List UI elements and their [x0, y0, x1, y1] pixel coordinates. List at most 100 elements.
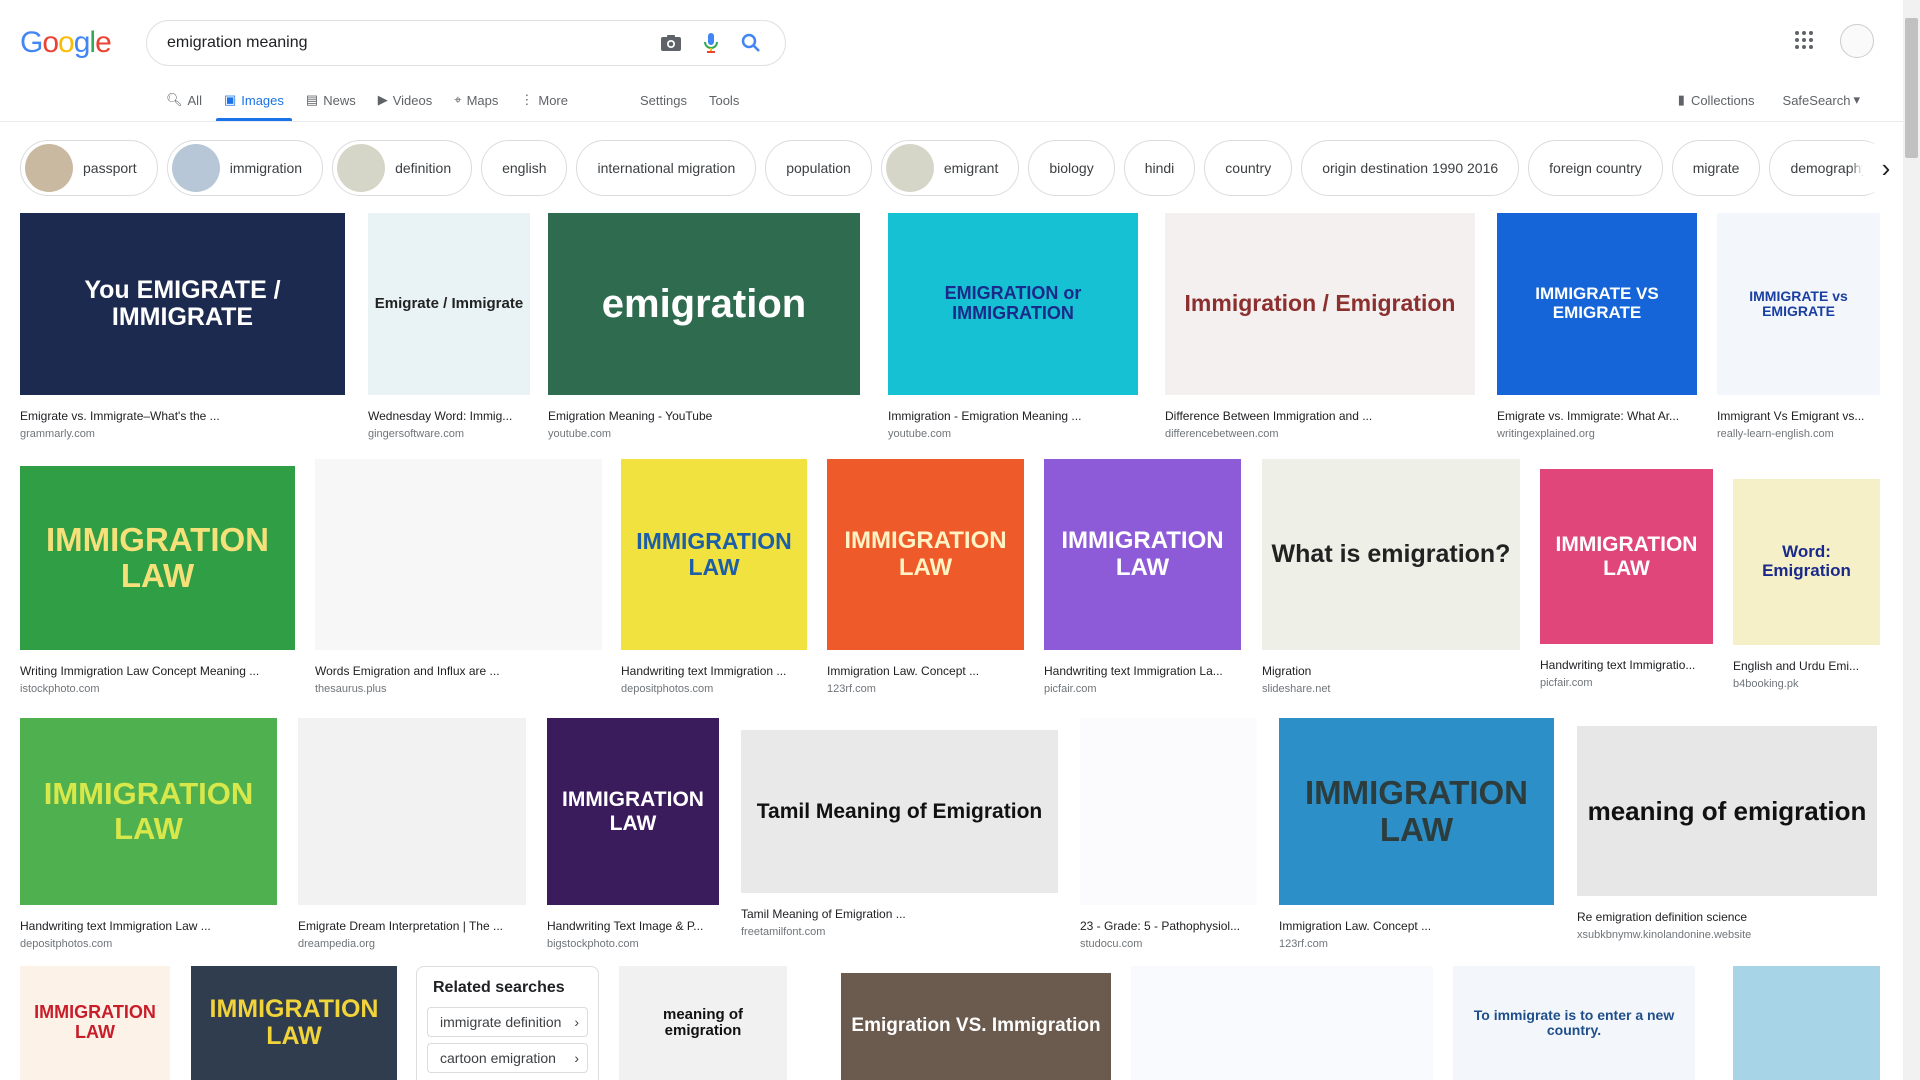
result-title[interactable]: Tamil Meaning of Emigration ...: [741, 907, 1058, 921]
result-title[interactable]: Immigration Law. Concept ...: [1279, 919, 1554, 933]
result-title[interactable]: Immigration - Emigration Meaning ...: [888, 409, 1138, 423]
result-thumbnail[interactable]: IMMIGRATION LAW: [1540, 469, 1713, 644]
image-result-card[interactable]: Emigration VS. Immigration: [841, 973, 1111, 1080]
image-result-card[interactable]: meaning of emigration Re emigration defin…: [1577, 726, 1877, 941]
image-result-card[interactable]: [1733, 966, 1880, 1080]
tools-link[interactable]: Tools: [709, 80, 739, 120]
result-thumbnail[interactable]: [1733, 966, 1880, 1080]
account-avatar[interactable]: [1840, 24, 1874, 58]
result-thumbnail[interactable]: IMMIGRATION LAW: [20, 718, 277, 905]
result-title[interactable]: Handwriting text Immigration Law ...: [20, 919, 277, 933]
image-result-card[interactable]: IMMIGRATION LAW Handwriting text Immigrat…: [621, 459, 807, 695]
result-thumbnail[interactable]: IMMIGRATION LAW: [827, 459, 1024, 650]
result-thumbnail[interactable]: meaning of emigration: [619, 966, 787, 1080]
chip-3[interactable]: english: [481, 140, 568, 196]
image-result-card[interactable]: meaning of emigration: [619, 966, 787, 1080]
google-logo[interactable]: Google: [20, 26, 112, 60]
image-result-card[interactable]: You EMIGRATE / IMMIGRATE Emigrate vs. Imm…: [20, 213, 345, 440]
result-title[interactable]: Immigration Law. Concept ...: [827, 664, 1024, 678]
image-result-card[interactable]: IMMIGRATE vs EMIGRATE Immigrant Vs Emigra…: [1717, 213, 1880, 440]
result-title[interactable]: Handwriting Text Image & P...: [547, 919, 719, 933]
chip-5[interactable]: population: [765, 140, 872, 196]
result-title[interactable]: 23 - Grade: 5 - Pathophysiol...: [1080, 919, 1257, 933]
result-thumbnail[interactable]: IMMIGRATION LAW: [1044, 459, 1241, 650]
apps-grid-icon[interactable]: [1794, 30, 1814, 55]
result-title[interactable]: Emigration Meaning - YouTube: [548, 409, 860, 423]
chip-6[interactable]: emigrant: [880, 140, 1020, 196]
image-result-card[interactable]: Emigrate Dream Interpretation | The ... d…: [298, 718, 526, 950]
result-thumbnail[interactable]: Word: Emigration: [1733, 479, 1880, 645]
result-thumbnail[interactable]: To immigrate is to enter a new country.: [1453, 966, 1695, 1080]
image-result-card[interactable]: IMMIGRATION LAW Handwriting Text Image & …: [547, 718, 719, 950]
result-thumbnail[interactable]: IMMIGRATION LAW: [547, 718, 719, 905]
result-thumbnail[interactable]: emigration: [548, 213, 860, 395]
result-thumbnail[interactable]: IMMIGRATION LAW: [621, 459, 807, 650]
camera-icon[interactable]: [651, 23, 691, 63]
result-thumbnail[interactable]: IMMIGRATE VS EMIGRATE: [1497, 213, 1697, 395]
image-result-card[interactable]: To immigrate is to enter a new country.: [1453, 966, 1695, 1080]
image-result-card[interactable]: EMIGRATION or IMMIGRATION Immigration - E…: [888, 213, 1138, 440]
result-title[interactable]: Re emigration definition science: [1577, 910, 1877, 924]
result-title[interactable]: Handwriting text Immigration La...: [1044, 664, 1241, 678]
result-thumbnail[interactable]: IMMIGRATE vs EMIGRATE: [1717, 213, 1880, 395]
result-thumbnail[interactable]: EMIGRATION or IMMIGRATION: [888, 213, 1138, 395]
search-input[interactable]: [167, 34, 651, 52]
result-title[interactable]: Immigrant Vs Emigrant vs...: [1717, 409, 1880, 423]
microphone-icon[interactable]: [691, 23, 731, 63]
tab-more[interactable]: ⋮ More: [520, 80, 568, 120]
image-result-card[interactable]: IMMIGRATION LAW Immigration Law. Concept …: [827, 459, 1024, 695]
image-result-card[interactable]: IMMIGRATION LAW Immigration Law. Concept …: [1279, 718, 1554, 950]
image-result-card[interactable]: IMMIGRATION LAW Handwriting text Immigrat…: [1044, 459, 1241, 695]
result-thumbnail[interactable]: [298, 718, 526, 905]
image-result-card[interactable]: Words Emigration and Influx are ... thesa…: [315, 459, 602, 695]
chip-8[interactable]: hindi: [1123, 140, 1196, 196]
result-thumbnail[interactable]: IMMIGRATION LAW: [191, 966, 397, 1080]
result-thumbnail[interactable]: What is emigration?: [1262, 459, 1520, 650]
result-thumbnail[interactable]: IMMIGRATION LAW: [20, 966, 170, 1080]
result-title[interactable]: English and Urdu Emi...: [1733, 659, 1880, 673]
result-thumbnail[interactable]: meaning of emigration: [1577, 726, 1877, 896]
result-thumbnail[interactable]: [315, 459, 602, 650]
search-submit-icon[interactable]: [731, 23, 771, 63]
image-result-card[interactable]: Emigrate / Immigrate Wednesday Word: Immi…: [368, 213, 530, 440]
result-title[interactable]: Difference Between Immigration and ...: [1165, 409, 1475, 423]
chip-2[interactable]: definition: [332, 140, 473, 196]
chip-1[interactable]: immigration: [166, 140, 324, 196]
result-thumbnail[interactable]: IMMIGRATION LAW: [20, 466, 295, 650]
result-title[interactable]: Wednesday Word: Immig...: [368, 409, 530, 423]
image-result-card[interactable]: IMMIGRATE VS EMIGRATE Emigrate vs. Immigr…: [1497, 213, 1697, 440]
related-search-item[interactable]: cartoon emigration ›: [427, 1043, 588, 1073]
result-thumbnail[interactable]: Tamil Meaning of Emigration: [741, 730, 1058, 893]
tab-images[interactable]: ▣ Images: [215, 80, 292, 121]
result-thumbnail[interactable]: [1131, 966, 1433, 1080]
result-title[interactable]: Emigrate Dream Interpretation | The ...: [298, 919, 526, 933]
result-thumbnail[interactable]: IMMIGRATION LAW: [1279, 718, 1554, 905]
scrollbar[interactable]: [1903, 0, 1920, 1080]
image-result-card[interactable]: emigration Emigration Meaning - YouTube yo…: [548, 213, 860, 440]
image-result-card[interactable]: IMMIGRATION LAW Handwriting text Immigrat…: [20, 718, 277, 950]
chip-13[interactable]: demography: [1769, 140, 1875, 196]
chip-10[interactable]: origin destination 1990 2016: [1301, 140, 1520, 196]
image-result-card[interactable]: 23 - Grade: 5 - Pathophysiol... studocu.c…: [1080, 718, 1257, 950]
result-thumbnail[interactable]: Immigration / Emigration: [1165, 213, 1475, 395]
image-result-card[interactable]: IMMIGRATION LAW Handwriting text Immigrat…: [1540, 469, 1713, 689]
chip-4[interactable]: international migration: [576, 140, 757, 196]
image-result-card[interactable]: IMMIGRATION LAW: [191, 966, 397, 1080]
result-title[interactable]: Emigrate vs. Immigrate–What's the ...: [20, 409, 345, 423]
result-title[interactable]: Migration: [1262, 664, 1520, 678]
chip-0[interactable]: passport: [20, 140, 158, 196]
scroll-thumb[interactable]: [1905, 18, 1918, 158]
chip-7[interactable]: biology: [1028, 140, 1115, 196]
result-title[interactable]: Handwriting text Immigration ...: [621, 664, 807, 678]
collections-button[interactable]: ▮ Collections: [1678, 92, 1755, 108]
tab-all[interactable]: 🔍︎ All: [166, 80, 202, 120]
result-thumbnail[interactable]: Emigrate / Immigrate: [368, 213, 530, 395]
chip-9[interactable]: country: [1204, 140, 1293, 196]
tab-news[interactable]: ▤ News: [306, 80, 356, 120]
image-result-card[interactable]: Tamil Meaning of Emigration Tamil Meaning…: [741, 730, 1058, 938]
image-result-card[interactable]: Word: Emigration English and Urdu Emi... b…: [1733, 479, 1880, 690]
chip-11[interactable]: foreign country: [1528, 140, 1663, 196]
related-search-item[interactable]: immigrate definition ›: [427, 1007, 588, 1037]
result-thumbnail[interactable]: Emigration VS. Immigration: [841, 973, 1111, 1080]
result-title[interactable]: Words Emigration and Influx are ...: [315, 664, 602, 678]
